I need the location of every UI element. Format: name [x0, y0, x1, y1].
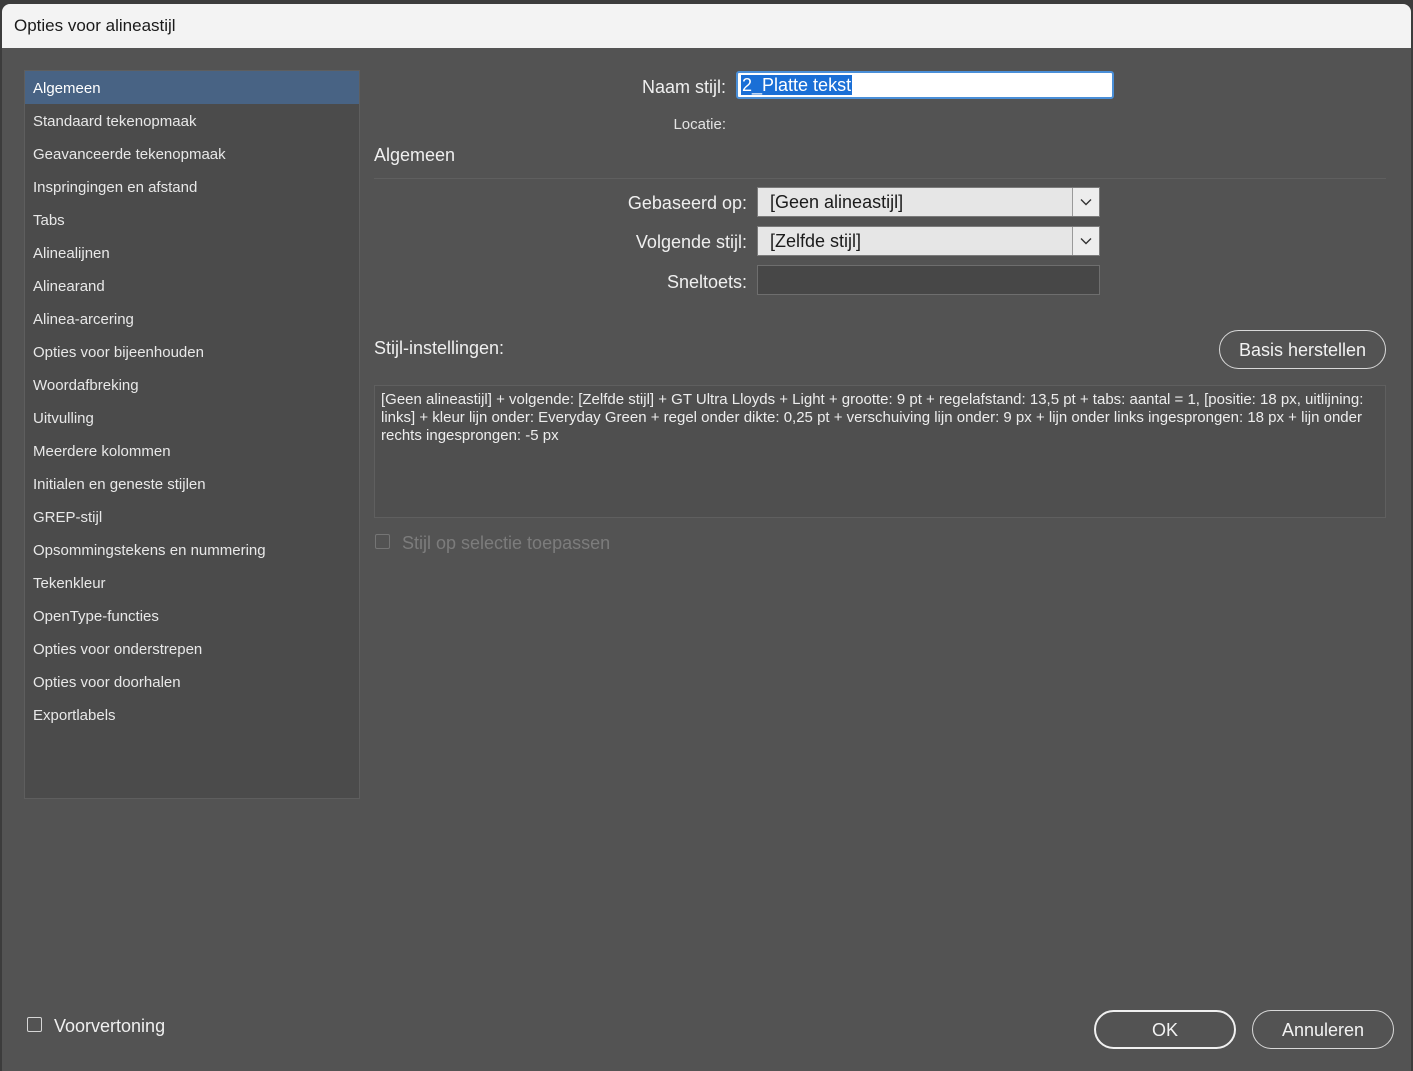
- next-style-dropdown-button[interactable]: [1072, 227, 1099, 255]
- chevron-down-icon: [1080, 238, 1092, 245]
- next-style-label: Volgende stijl:: [635, 232, 747, 252]
- sidebar-item[interactable]: Standaard tekenopmaak: [25, 104, 359, 137]
- sidebar-item[interactable]: Tekenkleur: [25, 566, 359, 599]
- sidebar-item[interactable]: Alinearand: [25, 269, 359, 302]
- chevron-down-icon: [1080, 199, 1092, 206]
- window-title: Opties voor alineastijl: [14, 16, 176, 35]
- style-settings-label: Stijl-instellingen:: [374, 338, 505, 358]
- sidebar-item[interactable]: GREP-stijl: [25, 500, 359, 533]
- next-style-value: [Zelfde stijl]: [770, 231, 862, 251]
- shortcut-label: Sneltoets:: [666, 272, 747, 292]
- style-name-label: Naam stijl:: [641, 77, 726, 97]
- style-settings-text: [Geen alineastijl] + volgende: [Zelfde s…: [374, 385, 1386, 518]
- section-divider: [374, 178, 1386, 179]
- sidebar-item[interactable]: Woordafbreking: [25, 368, 359, 401]
- based-on-dropdown-button[interactable]: [1072, 188, 1099, 216]
- preview-checkbox[interactable]: [27, 1017, 42, 1032]
- sidebar-item[interactable]: Inspringingen en afstand: [25, 170, 359, 203]
- sidebar-item[interactable]: Alinealijnen: [25, 236, 359, 269]
- paragraph-style-options-dialog: Opties voor alineastijl Algemeen Standaar…: [2, 4, 1411, 1071]
- sidebar-item[interactable]: Opties voor doorhalen: [25, 665, 359, 698]
- sidebar-item[interactable]: Uitvulling: [25, 401, 359, 434]
- sidebar-item[interactable]: OpenType-functies: [25, 599, 359, 632]
- preview-label: Voorvertoning: [54, 1016, 166, 1036]
- reset-basis-button[interactable]: Basis herstellen: [1219, 330, 1386, 369]
- sidebar-item[interactable]: Tabs: [25, 203, 359, 236]
- location-label: Locatie:: [673, 116, 726, 133]
- based-on-label: Gebaseerd op:: [627, 193, 747, 213]
- sidebar-item[interactable]: Opsommingstekens en nummering: [25, 533, 359, 566]
- based-on-value: [Geen alineastijl]: [770, 192, 904, 212]
- sidebar-item[interactable]: Opties voor onderstrepen: [25, 632, 359, 665]
- title-bar: Opties voor alineastijl: [2, 4, 1411, 48]
- based-on-dropdown[interactable]: [Geen alineastijl]: [757, 187, 1100, 217]
- ok-button[interactable]: OK: [1094, 1010, 1236, 1049]
- sidebar-item[interactable]: Opties voor bijeenhouden: [25, 335, 359, 368]
- style-name-value: 2_Platte tekst: [741, 75, 853, 95]
- apply-to-selection-checkbox[interactable]: [375, 534, 390, 549]
- sidebar-item[interactable]: Geavanceerde tekenopmaak: [25, 137, 359, 170]
- category-list: Algemeen Standaard tekenopmaak Geavanceerd…: [24, 70, 360, 799]
- next-style-dropdown[interactable]: [Zelfde stijl]: [757, 226, 1100, 256]
- apply-to-selection-label: Stijl op selectie toepassen: [402, 533, 611, 553]
- sidebar-item[interactable]: Algemeen: [25, 71, 359, 104]
- shortcut-input[interactable]: [757, 265, 1100, 295]
- sidebar-item[interactable]: Initialen en geneste stijlen: [25, 467, 359, 500]
- sidebar-item[interactable]: Meerdere kolommen: [25, 434, 359, 467]
- sidebar-item[interactable]: Alinea-arcering: [25, 302, 359, 335]
- section-title: Algemeen: [374, 145, 456, 165]
- cancel-button[interactable]: Annuleren: [1252, 1010, 1394, 1049]
- sidebar-item[interactable]: Exportlabels: [25, 698, 359, 731]
- style-name-input[interactable]: 2_Platte tekst: [736, 71, 1114, 99]
